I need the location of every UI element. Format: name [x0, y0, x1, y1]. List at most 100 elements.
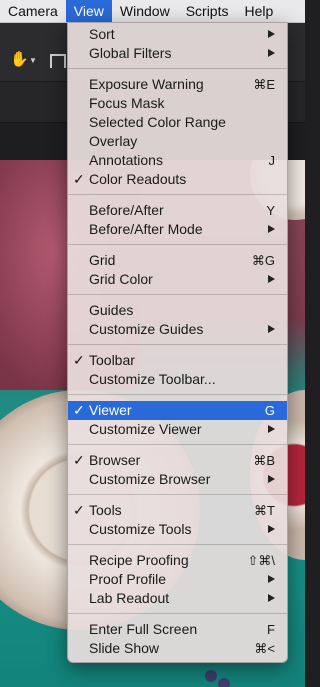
- menu-item-label: Focus Mask: [89, 95, 165, 111]
- menu-item-label: Proof Profile: [89, 571, 167, 587]
- menu-item-annotations[interactable]: Annotations J: [68, 151, 287, 170]
- menu-separator: [68, 289, 287, 301]
- menubar-camera[interactable]: Camera: [0, 0, 66, 22]
- submenu-arrow-icon: [268, 594, 275, 602]
- menu-item-tools[interactable]: ✓ Tools ⌘T: [68, 501, 287, 520]
- menu-item-customize-guides[interactable]: Customize Guides: [68, 320, 287, 339]
- menu-item-label: Toolbar: [89, 352, 135, 368]
- menu-item-lab-readout[interactable]: Lab Readout: [68, 589, 287, 608]
- menu-item-customize-viewer[interactable]: Customize Viewer: [68, 420, 287, 439]
- menu-separator: [68, 489, 287, 501]
- caret-down-icon[interactable]: ▼: [29, 56, 37, 65]
- menu-item-label: Customize Viewer: [89, 421, 202, 437]
- submenu-arrow-icon: [268, 225, 275, 233]
- blueberry: [218, 678, 230, 687]
- menu-item-label: Browser: [89, 452, 141, 468]
- hand-icon[interactable]: ✋: [10, 52, 29, 68]
- menu-item-label: Tools: [89, 502, 122, 518]
- submenu-arrow-icon: [268, 49, 275, 57]
- menu-item-label: Customize Tools: [89, 521, 192, 537]
- menu-item-viewer[interactable]: ✓ Viewer G: [68, 401, 287, 420]
- menu-item-guides[interactable]: Guides: [68, 301, 287, 320]
- menu-separator: [68, 389, 287, 401]
- menu-item-sort[interactable]: Sort: [68, 25, 287, 44]
- submenu-arrow-icon: [268, 475, 275, 483]
- menu-item-recipe-proofing[interactable]: Recipe Proofing ⇧⌘\: [68, 551, 287, 570]
- submenu-arrow-icon: [268, 575, 275, 583]
- menu-separator: [68, 539, 287, 551]
- blueberry: [205, 670, 217, 682]
- menu-item-label: Before/After Mode: [89, 221, 203, 237]
- menu-item-customize-toolbar[interactable]: Customize Toolbar...: [68, 370, 287, 389]
- menu-item-selected-color-range[interactable]: Selected Color Range: [68, 113, 287, 132]
- menu-separator: [68, 339, 287, 351]
- menu-item-label: Color Readouts: [89, 171, 187, 187]
- submenu-arrow-icon: [268, 525, 275, 533]
- menu-separator: [68, 608, 287, 620]
- shortcut-label: ⌘G: [251, 253, 275, 268]
- checkmark-icon: ✓: [73, 352, 85, 368]
- menu-item-proof-profile[interactable]: Proof Profile: [68, 570, 287, 589]
- shortcut-label: ⌘B: [253, 453, 275, 468]
- menu-item-slide-show[interactable]: Slide Show ⌘<: [68, 639, 287, 658]
- menubar-help[interactable]: Help: [236, 0, 281, 22]
- shortcut-label: ⌘<: [254, 641, 275, 656]
- menubar-window[interactable]: Window: [112, 0, 178, 22]
- menu-item-label: Exposure Warning: [89, 76, 204, 92]
- menu-item-label: Annotations: [89, 152, 163, 168]
- menu-item-label: Customize Browser: [89, 471, 211, 487]
- shortcut-label: F: [267, 622, 275, 637]
- submenu-arrow-icon: [268, 425, 275, 433]
- menu-separator: [68, 239, 287, 251]
- shortcut-label: ⌘T: [254, 503, 275, 518]
- menu-item-before-after[interactable]: Before/After Y: [68, 201, 287, 220]
- menu-item-customize-tools[interactable]: Customize Tools: [68, 520, 287, 539]
- menu-item-label: Enter Full Screen: [89, 621, 198, 637]
- menu-item-before-after-mode[interactable]: Before/After Mode: [68, 220, 287, 239]
- menu-item-label: Viewer: [89, 402, 132, 418]
- checkmark-icon: ✓: [73, 402, 85, 418]
- menu-item-focus-mask[interactable]: Focus Mask: [68, 94, 287, 113]
- menu-item-overlay[interactable]: Overlay: [68, 132, 287, 151]
- menu-item-label: Grid: [89, 252, 116, 268]
- menu-separator: [68, 439, 287, 451]
- menu-item-label: Guides: [89, 302, 134, 318]
- menu-item-enter-full-screen[interactable]: Enter Full Screen F: [68, 620, 287, 639]
- menu-item-grid-color[interactable]: Grid Color: [68, 270, 287, 289]
- menu-item-customize-browser[interactable]: Customize Browser: [68, 470, 287, 489]
- menu-item-label: Lab Readout: [89, 590, 170, 606]
- shortcut-label: Y: [266, 203, 275, 218]
- menu-item-label: Grid Color: [89, 271, 153, 287]
- shortcut-label: ⌘E: [253, 77, 275, 92]
- menu-item-label: Customize Toolbar...: [89, 371, 216, 387]
- checkmark-icon: ✓: [73, 452, 85, 468]
- menu-item-label: Selected Color Range: [89, 114, 226, 130]
- menu-item-label: Overlay: [89, 133, 138, 149]
- shortcut-label: J: [268, 153, 276, 168]
- submenu-arrow-icon: [268, 30, 275, 38]
- menu-item-color-readouts[interactable]: ✓ Color Readouts: [68, 170, 287, 189]
- menu-separator: [68, 63, 287, 75]
- menu-item-toolbar[interactable]: ✓ Toolbar: [68, 351, 287, 370]
- submenu-arrow-icon: [268, 275, 275, 283]
- menu-item-label: Customize Guides: [89, 321, 204, 337]
- menu-separator: [68, 189, 287, 201]
- menu-item-exposure-warning[interactable]: Exposure Warning ⌘E: [68, 75, 287, 94]
- menu-item-browser[interactable]: ✓ Browser ⌘B: [68, 451, 287, 470]
- menubar: Camera View Window Scripts Help: [0, 0, 305, 23]
- menubar-view[interactable]: View: [65, 0, 112, 22]
- checkmark-icon: ✓: [73, 502, 85, 518]
- menu-item-global-filters[interactable]: Global Filters: [68, 44, 287, 63]
- menu-item-label: Before/After: [89, 202, 164, 218]
- menubar-scripts[interactable]: Scripts: [178, 0, 237, 22]
- menu-item-label: Slide Show: [89, 640, 160, 656]
- menu-item-grid[interactable]: Grid ⌘G: [68, 251, 287, 270]
- submenu-arrow-icon: [268, 325, 275, 333]
- menu-item-label: Recipe Proofing: [89, 552, 189, 568]
- view-menu: Sort Global Filters Exposure Warning ⌘E Focu…: [67, 22, 288, 663]
- menu-item-label: Global Filters: [89, 45, 172, 61]
- menu-item-label: Sort: [89, 26, 115, 42]
- shortcut-label: ⇧⌘\: [247, 553, 275, 568]
- tool-icon[interactable]: [50, 54, 66, 68]
- checkmark-icon: ✓: [73, 171, 85, 187]
